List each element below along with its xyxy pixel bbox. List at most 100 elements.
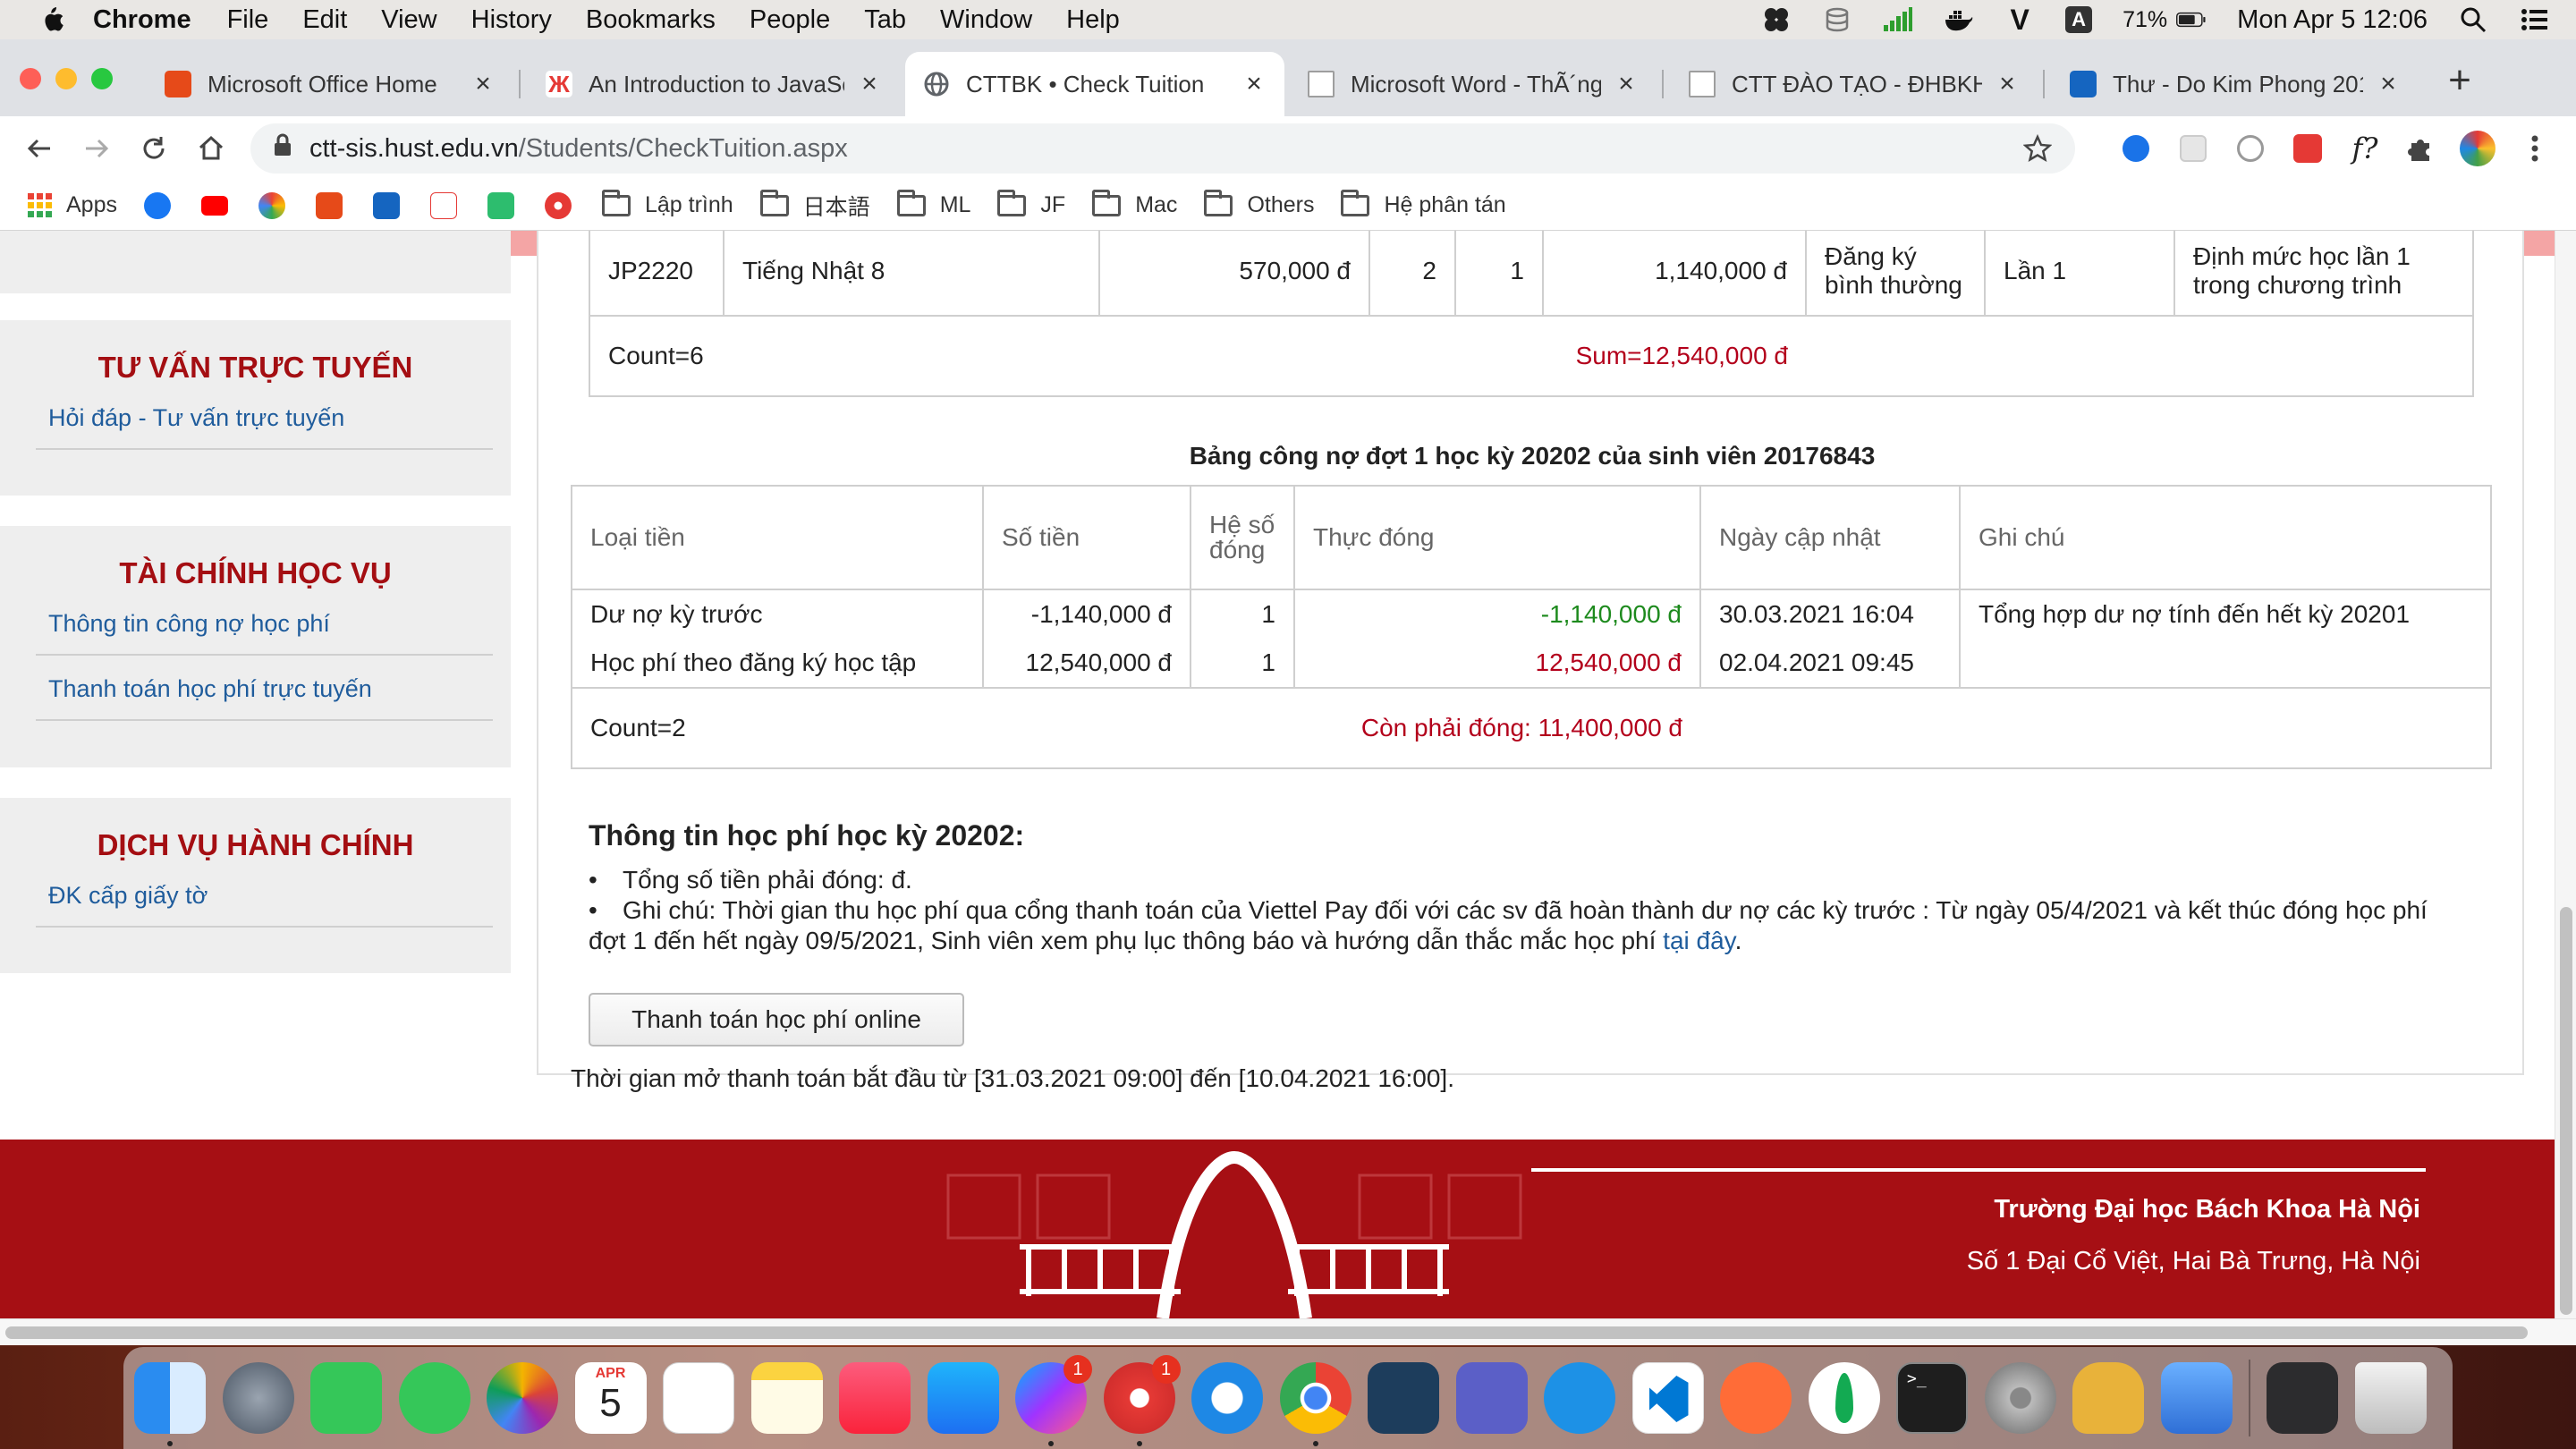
camera-extension-icon[interactable] — [2231, 129, 2270, 168]
sidebar-link-cap-giay-to[interactable]: ĐK cấp giấy tờ — [36, 862, 493, 928]
menu-view[interactable]: View — [381, 5, 436, 35]
minimize-window-button[interactable] — [55, 68, 77, 89]
bookmark-b-app[interactable] — [487, 191, 514, 219]
menu-bookmarks[interactable]: Bookmarks — [586, 5, 716, 35]
back-button[interactable] — [20, 129, 59, 168]
sidebar-link-thanh-toan[interactable]: Thanh toán học phí trực tuyến — [36, 656, 493, 721]
bookmark-facebook[interactable] — [143, 191, 171, 219]
pay-online-button[interactable]: Thanh toán học phí online — [589, 993, 964, 1046]
signal-bars-icon[interactable] — [1883, 6, 1913, 33]
address-bar[interactable]: ctt-sis.hust.edu.vn /Students/CheckTuiti… — [250, 123, 2075, 174]
profile-avatar[interactable] — [2458, 129, 2497, 168]
scrollbar-thumb[interactable] — [5, 1326, 2528, 1339]
vscode-icon[interactable] — [1631, 1362, 1704, 1434]
close-tab-icon[interactable]: × — [857, 71, 882, 97]
new-tab-button[interactable]: + — [2440, 61, 2479, 102]
lock-icon[interactable] — [274, 133, 292, 164]
messenger-icon[interactable]: 1 — [1015, 1355, 1092, 1446]
safari-icon[interactable] — [1191, 1362, 1263, 1434]
scrollbar-thumb[interactable] — [2560, 907, 2572, 1315]
menubar-clock[interactable]: Mon Apr 5 12:06 — [2237, 5, 2428, 35]
docker-tray-icon[interactable] — [1944, 6, 1974, 33]
close-tab-icon[interactable]: × — [1995, 71, 2020, 97]
vivaldi-tray-icon[interactable]: V — [2004, 4, 2035, 36]
mysql-workbench-icon[interactable] — [1368, 1362, 1439, 1434]
music-icon[interactable] — [839, 1362, 911, 1434]
reminders-icon[interactable] — [663, 1362, 734, 1434]
grid-extension-icon[interactable] — [2174, 129, 2213, 168]
photos-icon[interactable] — [487, 1362, 558, 1434]
zoom-window-button[interactable] — [91, 68, 113, 89]
preview-icon[interactable] — [2160, 1362, 2233, 1434]
home-button[interactable] — [191, 129, 231, 168]
mongodb-compass-icon[interactable] — [1808, 1362, 1880, 1434]
bookmark-folder-he-phan-tan[interactable]: Hệ phân tán — [1341, 189, 1506, 218]
bookmark-jctv[interactable] — [429, 191, 457, 219]
terminal-icon[interactable]: >_ — [1896, 1362, 1968, 1434]
tab-javascript-intro[interactable]: Ж An Introduction to JavaScr × — [528, 52, 900, 116]
pdf-extension-icon[interactable] — [2288, 129, 2327, 168]
bookmark-folder-lap-trinh[interactable]: Lập trình — [601, 189, 733, 218]
sidebar-link-cong-no[interactable]: Thông tin công nợ học phí — [36, 590, 493, 656]
docker-icon[interactable] — [1544, 1362, 1615, 1434]
bookmark-office[interactable] — [315, 191, 343, 219]
bookmark-apps[interactable]: Apps — [27, 192, 117, 219]
trash-icon[interactable] — [2354, 1362, 2427, 1434]
bookmark-folder-mac[interactable]: Mac — [1092, 189, 1177, 218]
teams-icon[interactable] — [1455, 1362, 1528, 1434]
database-tray-icon[interactable] — [1822, 6, 1852, 33]
app-store-icon[interactable] — [927, 1362, 999, 1434]
extensions-puzzle-icon[interactable] — [2401, 129, 2440, 168]
forward-button[interactable] — [77, 129, 116, 168]
bookmark-outlook[interactable] — [372, 191, 400, 219]
translate-extension-icon[interactable] — [2116, 129, 2156, 168]
close-tab-icon[interactable]: × — [1241, 71, 1267, 97]
bookmark-petal[interactable] — [544, 191, 572, 219]
tab-ctt-dao-tao[interactable]: CTT ĐÀO TẠO - ĐHBKHN × — [1671, 52, 2038, 116]
bookmark-folder-jf[interactable]: JF — [997, 189, 1065, 218]
calendar-icon[interactable]: APR 5 — [574, 1362, 647, 1434]
close-tab-icon[interactable]: × — [2376, 71, 2401, 97]
bookmark-folder-nihongo[interactable]: 日本語 — [759, 189, 870, 222]
menu-help[interactable]: Help — [1066, 5, 1120, 35]
font-finder-extension-icon[interactable]: f? — [2345, 129, 2385, 168]
close-tab-icon[interactable]: × — [1614, 71, 1639, 97]
input-source-icon[interactable]: A — [2065, 6, 2093, 33]
menu-history[interactable]: History — [471, 5, 552, 35]
cyberduck-icon[interactable] — [2072, 1362, 2144, 1434]
bookmark-colorful[interactable] — [258, 191, 285, 219]
postman-icon[interactable] — [1720, 1362, 1792, 1434]
system-preferences-icon[interactable] — [1984, 1362, 2056, 1434]
menu-file[interactable]: File — [227, 5, 269, 35]
sidebar-link-hoi-dap[interactable]: Hỏi đáp - Tư vấn trực tuyến — [36, 385, 493, 450]
battery-icon[interactable] — [2176, 6, 2207, 33]
close-tab-icon[interactable]: × — [470, 71, 496, 97]
chrome-menu-icon[interactable] — [2515, 129, 2555, 168]
menu-tab[interactable]: Tab — [864, 5, 906, 35]
notes-icon[interactable] — [750, 1362, 823, 1434]
tab-microsoft-office[interactable]: Microsoft Office Home × — [147, 52, 513, 116]
messages-icon[interactable] — [398, 1362, 470, 1434]
tab-microsoft-word[interactable]: Microsoft Word - ThÃ´ng × — [1290, 52, 1657, 116]
bookmark-folder-ml[interactable]: ML — [896, 189, 970, 218]
spotlight-search-icon[interactable] — [2458, 6, 2488, 33]
reload-button[interactable] — [134, 129, 174, 168]
menu-app-name[interactable]: Chrome — [93, 5, 191, 35]
tab-outlook-mail[interactable]: Thư - Do Kim Phong 2017 × — [2052, 52, 2419, 116]
menu-edit[interactable]: Edit — [302, 5, 347, 35]
bookmark-youtube[interactable] — [200, 195, 228, 216]
control-center-icon[interactable] — [2519, 6, 2549, 33]
petal-app-icon[interactable]: 1 — [1103, 1355, 1181, 1446]
bookmark-star-icon[interactable] — [2022, 133, 2053, 170]
facetime-icon[interactable] — [310, 1362, 382, 1434]
menu-window[interactable]: Window — [940, 5, 1032, 35]
launchpad-icon[interactable] — [222, 1362, 294, 1434]
tab-check-tuition[interactable]: CTTBK • Check Tuition × — [905, 52, 1284, 116]
clover-tray-icon[interactable] — [1761, 6, 1792, 33]
horizontal-scrollbar[interactable] — [0, 1318, 2576, 1345]
screenshot-icon[interactable] — [2267, 1362, 2338, 1434]
menu-people[interactable]: People — [750, 5, 830, 35]
bookmark-folder-others[interactable]: Others — [1204, 189, 1314, 218]
close-window-button[interactable] — [20, 68, 41, 89]
chrome-icon[interactable] — [1279, 1362, 1352, 1446]
